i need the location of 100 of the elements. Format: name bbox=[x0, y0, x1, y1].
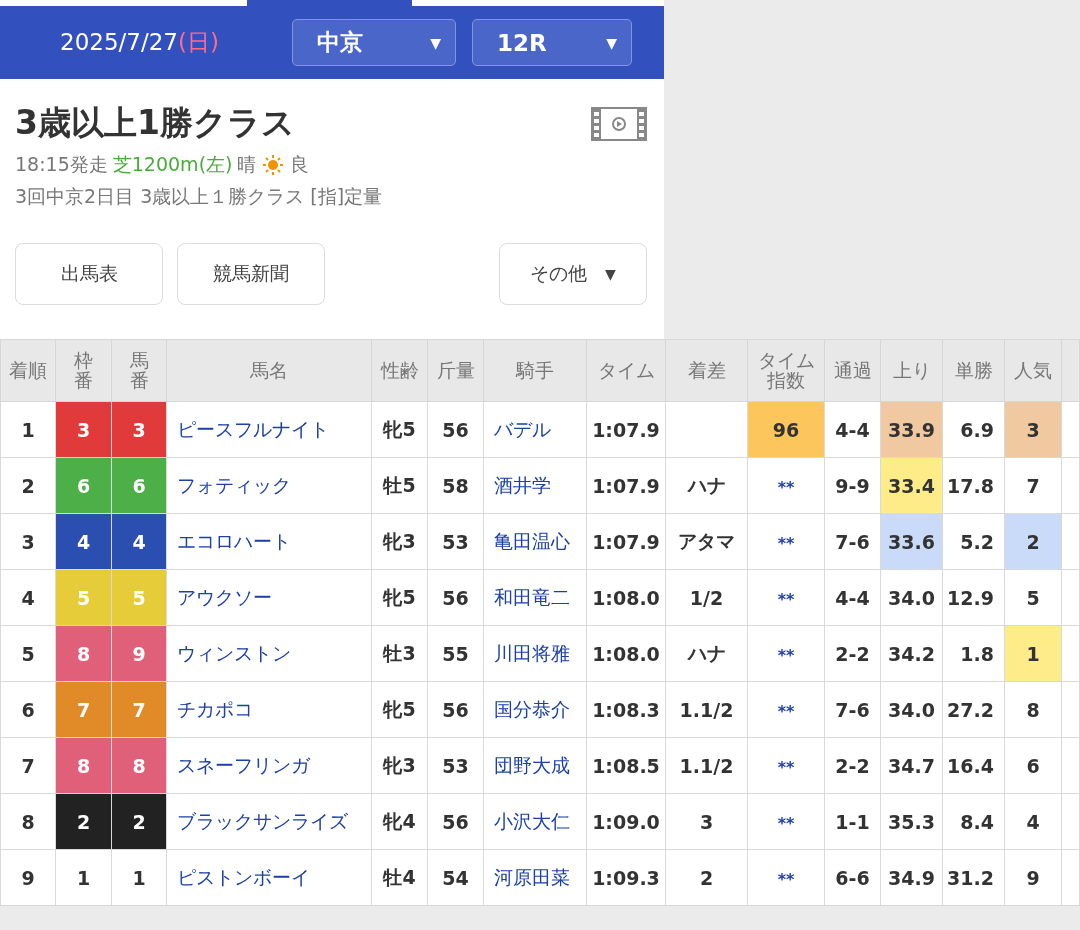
index-link[interactable]: ** bbox=[777, 589, 795, 609]
jockey-link[interactable]: 河原田菜 bbox=[494, 865, 570, 888]
frame-cell: 8 bbox=[111, 737, 167, 794]
table-cell: 3 bbox=[665, 793, 748, 850]
table-cell: 1:07.9 bbox=[586, 513, 666, 570]
table-cell: 牝3 bbox=[371, 513, 428, 570]
table-cell: 1:09.3 bbox=[586, 849, 666, 906]
video-icon[interactable] bbox=[591, 106, 647, 141]
weather: 晴 bbox=[237, 152, 257, 177]
column-header: 着差 bbox=[665, 339, 748, 402]
frame-cell: 3 bbox=[55, 401, 112, 458]
horse-name-link[interactable]: スネーフリンガ bbox=[177, 753, 310, 776]
nav-button[interactable]: 出馬表 bbox=[15, 243, 163, 305]
table-cell: 5.2 bbox=[942, 513, 1005, 570]
table-cell: 9 bbox=[1004, 849, 1062, 906]
index-link[interactable]: ** bbox=[777, 645, 795, 665]
table-cell: 1:07.9 bbox=[586, 457, 666, 514]
start-time: 18:15発走 bbox=[15, 152, 108, 177]
nav-button[interactable]: 競馬新聞 bbox=[177, 243, 325, 305]
table-cell: 1.1/2 bbox=[665, 681, 748, 738]
column-header: 性齢 bbox=[371, 339, 428, 402]
table-cell: 2 bbox=[1004, 513, 1062, 570]
table-cell: 96 bbox=[747, 401, 825, 458]
table-cell: 34.2 bbox=[880, 625, 943, 682]
table-cell: 12.9 bbox=[942, 569, 1005, 626]
index-link[interactable]: ** bbox=[777, 869, 795, 889]
table-cell: ハナ bbox=[665, 457, 748, 514]
frame-cell: 7 bbox=[55, 681, 112, 738]
index-link[interactable]: ** bbox=[777, 701, 795, 721]
caret-icon: ▼ bbox=[606, 34, 617, 51]
table-cell: 3 bbox=[0, 513, 56, 570]
table-cell: 2 bbox=[0, 457, 56, 514]
horse-name-link[interactable]: アウクソー bbox=[177, 585, 272, 608]
horse-name-link[interactable]: ピースフルナイト bbox=[177, 417, 329, 440]
race-select[interactable]: 12R ▼ bbox=[472, 19, 632, 66]
jockey-link[interactable]: 国分恭介 bbox=[494, 697, 570, 720]
table-cell: 4 bbox=[1004, 793, 1062, 850]
column-header: 騎手 bbox=[483, 339, 587, 402]
table-cell: アタマ bbox=[665, 513, 748, 570]
frame-cell: 1 bbox=[55, 849, 112, 906]
column-header: 上り bbox=[880, 339, 943, 402]
jockey-link[interactable]: 川田将雅 bbox=[494, 641, 570, 664]
table-cell: 1:07.9 bbox=[586, 401, 666, 458]
table-cell: 牝5 bbox=[371, 401, 428, 458]
venue-select[interactable]: 中京 ▼ bbox=[292, 19, 456, 66]
horse-name-link[interactable]: ブラックサンライズ bbox=[177, 809, 348, 832]
table-cell: 6 bbox=[0, 681, 56, 738]
jockey-link[interactable]: 酒井学 bbox=[494, 473, 551, 496]
column-header: 馬番 bbox=[111, 339, 167, 402]
horse-name-link[interactable]: ウィンストン bbox=[177, 641, 291, 664]
index-link[interactable]: ** bbox=[777, 533, 795, 553]
index-link[interactable]: ** bbox=[777, 757, 795, 777]
frame-cell: 1 bbox=[111, 849, 167, 906]
table-cell: 53 bbox=[427, 513, 484, 570]
table-cell: 1 bbox=[1004, 625, 1062, 682]
more-dropdown[interactable]: その他 ▼ bbox=[499, 243, 647, 305]
table-cell: 34.9 bbox=[880, 849, 943, 906]
horse-name-link[interactable]: フォティック bbox=[177, 473, 291, 496]
race-title: 3歳以上1勝クラス bbox=[15, 102, 295, 144]
table-cell: 牡4 bbox=[371, 849, 428, 906]
jockey-link[interactable]: 小沢大仁 bbox=[494, 809, 570, 832]
table-cell: 牡5 bbox=[371, 457, 428, 514]
frame-cell: 6 bbox=[111, 457, 167, 514]
table-cell: 牝4 bbox=[371, 793, 428, 850]
frame-cell: 4 bbox=[55, 513, 112, 570]
table-cell: 1:08.0 bbox=[586, 625, 666, 682]
table-cell: 31.2 bbox=[942, 849, 1005, 906]
table-cell: 56 bbox=[427, 401, 484, 458]
table-cell: 6.9 bbox=[942, 401, 1005, 458]
sun-icon bbox=[261, 153, 286, 177]
frame-cell: 3 bbox=[111, 401, 167, 458]
index-link[interactable]: ** bbox=[777, 813, 795, 833]
frame-cell: 5 bbox=[111, 569, 167, 626]
column-header: 斤量 bbox=[427, 339, 484, 402]
table-cell: 33.4 bbox=[880, 457, 943, 514]
table-cell: 9 bbox=[0, 849, 56, 906]
jockey-link[interactable]: 団野大成 bbox=[494, 753, 570, 776]
table-cell: 牝5 bbox=[371, 681, 428, 738]
table-cell: 9-9 bbox=[824, 457, 881, 514]
table-cell: 7-6 bbox=[824, 513, 881, 570]
horse-name-link[interactable]: エコロハート bbox=[177, 529, 291, 552]
jockey-link[interactable]: 和田竜二 bbox=[494, 585, 570, 608]
table-cell: 7-6 bbox=[824, 681, 881, 738]
horse-name-link[interactable]: ピストンボーイ bbox=[177, 865, 310, 888]
table-cell: 8 bbox=[1004, 681, 1062, 738]
table-cell: 5 bbox=[1004, 569, 1062, 626]
jockey-link[interactable]: バデル bbox=[494, 417, 551, 440]
table-cell: 8.4 bbox=[942, 793, 1005, 850]
horse-name-link[interactable]: チカポコ bbox=[177, 697, 253, 720]
table-cell: 1.8 bbox=[942, 625, 1005, 682]
table-cell: 2 bbox=[665, 849, 748, 906]
table-cell: 33.6 bbox=[880, 513, 943, 570]
column-header: 着順 bbox=[0, 339, 56, 402]
column-header: 枠番 bbox=[55, 339, 112, 402]
frame-cell: 5 bbox=[55, 569, 112, 626]
jockey-link[interactable]: 亀田温心 bbox=[494, 529, 570, 552]
frame-cell: 6 bbox=[55, 457, 112, 514]
table-cell: 1/2 bbox=[665, 569, 748, 626]
index-link[interactable]: ** bbox=[777, 477, 795, 497]
frame-cell: 2 bbox=[111, 793, 167, 850]
